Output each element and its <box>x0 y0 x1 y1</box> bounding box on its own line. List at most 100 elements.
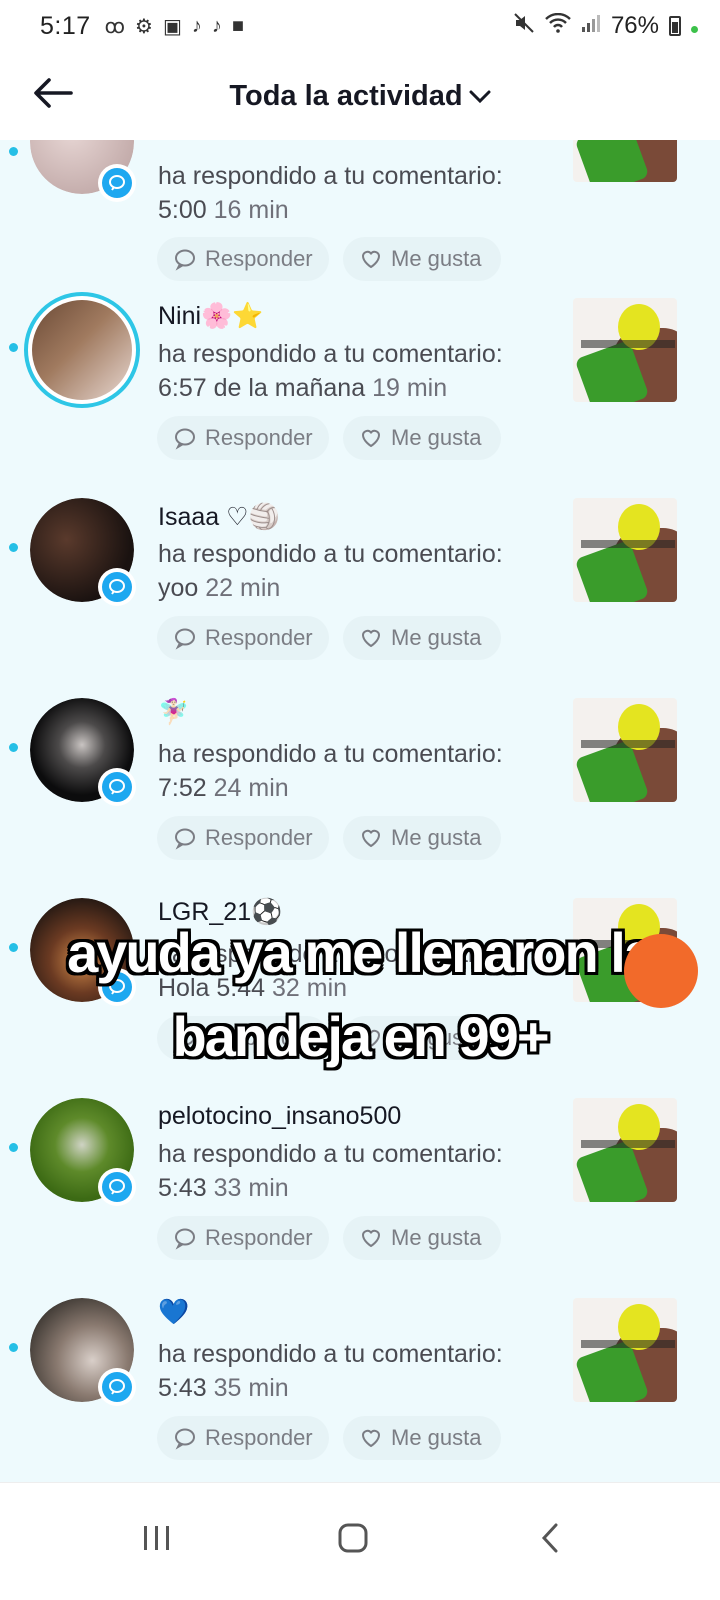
reply-icon <box>175 428 195 450</box>
comment-badge-icon <box>98 1368 136 1406</box>
home-button[interactable] <box>318 1503 388 1573</box>
list-item[interactable]: pelotocino_insano500 ha respondido a tu … <box>0 1080 720 1280</box>
username[interactable]: 💙 <box>158 1298 189 1327</box>
comment-badge-icon <box>98 768 136 806</box>
floating-orange-button[interactable] <box>624 934 698 1008</box>
reply-button[interactable]: Responder <box>157 1216 329 1260</box>
reply-comment-row: 6:57 de la mañana 19 min <box>158 374 447 403</box>
video-thumbnail[interactable] <box>573 498 677 602</box>
timestamp: 22 min <box>205 574 281 602</box>
timestamp: 33 min <box>213 1174 289 1202</box>
reply-button[interactable]: Responder <box>157 416 329 460</box>
like-button[interactable]: Me gusta <box>343 237 501 281</box>
back-button[interactable] <box>30 70 76 116</box>
signal-icon <box>581 12 601 40</box>
system-nav-bar <box>0 1482 720 1600</box>
like-button[interactable]: Me gusta <box>343 616 501 660</box>
recents-icon <box>144 1526 169 1550</box>
reply-text: ha respondido a tu comentario: <box>158 740 503 768</box>
heart-icon <box>361 1429 381 1448</box>
comment-text: 5:00 <box>158 196 207 224</box>
tiktok-icon: ♪ <box>191 14 202 37</box>
unread-dot <box>9 147 18 156</box>
video-thumbnail[interactable] <box>573 1298 677 1402</box>
comment-text: 5:43 <box>158 1174 207 1202</box>
like-button[interactable]: Me gusta <box>343 1216 501 1260</box>
comment-text: 7:52 <box>158 774 207 802</box>
unread-dot <box>9 1143 18 1152</box>
unread-dot <box>9 543 18 552</box>
reply-icon <box>175 1428 195 1450</box>
status-time: 5:17 <box>40 11 91 40</box>
heart-icon <box>361 1229 381 1248</box>
timestamp: 35 min <box>213 1374 289 1402</box>
battery-level: 76% <box>610 12 659 39</box>
reply-text: ha respondido a tu comentario: <box>158 340 503 368</box>
comment-text: 6:57 de la mañana <box>158 374 366 402</box>
activity-list[interactable]: ha respondido a tu comentario: 5:00 16 m… <box>0 140 720 1482</box>
username[interactable]: 🧚🏻‍♀️ <box>158 698 189 727</box>
reply-icon <box>175 828 195 850</box>
reply-comment-row: yoo 22 min <box>158 574 280 603</box>
reply-icon <box>175 628 195 650</box>
comment-text: 5:43 <box>158 1374 207 1402</box>
list-item[interactable]: ha respondido a tu comentario: 5:00 16 m… <box>0 140 720 281</box>
username[interactable]: Isaaa ♡🏐 <box>158 502 280 532</box>
chevron-down-icon <box>469 90 491 104</box>
video-thumbnail[interactable] <box>573 698 677 802</box>
caption-overlay-line-1: ayuda ya me llenaron la <box>67 921 655 984</box>
status-bar: 5:17 ꝏ ⚙ ▣ ♪ ♪ ■ 76% <box>0 0 720 52</box>
page-title: Toda la actividad <box>229 79 463 112</box>
reply-icon <box>175 249 195 271</box>
reply-comment-row: 5:43 33 min <box>158 1174 289 1203</box>
heart-icon <box>361 829 381 848</box>
reply-button[interactable]: Responder <box>157 1416 329 1460</box>
heart-icon <box>361 429 381 448</box>
username[interactable]: Nini🌸⭐ <box>158 302 263 331</box>
unread-dot <box>9 1343 18 1352</box>
back-nav-icon <box>541 1523 558 1553</box>
list-item[interactable]: Nini🌸⭐ ha respondido a tu comentario: 6:… <box>0 280 720 480</box>
video-thumbnail[interactable] <box>573 1098 677 1202</box>
reply-button[interactable]: Responder <box>157 816 329 860</box>
video-thumbnail[interactable] <box>573 298 677 402</box>
battery-icon <box>669 16 681 36</box>
status-notification-icons: ꝏ ⚙ ▣ ♪ ♪ ■ <box>105 14 244 39</box>
recents-button[interactable] <box>122 1503 192 1573</box>
list-item[interactable]: Isaaa ♡🏐 ha respondido a tu comentario: … <box>0 480 720 680</box>
reply-button[interactable]: Responder <box>157 237 329 281</box>
reply-text: ha respondido a tu comentario: <box>158 540 503 568</box>
timestamp: 16 min <box>213 196 289 224</box>
gallery-icon: ▣ <box>162 15 182 38</box>
reply-comment-row: 5:00 16 min <box>158 196 289 225</box>
tiktok-icon: ♪ <box>211 14 222 37</box>
timestamp: 19 min <box>372 374 448 402</box>
caption-overlay-line-2: bandeja en 99+ <box>172 1005 549 1068</box>
reply-button[interactable]: Responder <box>157 616 329 660</box>
heart-icon <box>361 250 381 269</box>
reply-icon <box>175 1228 195 1250</box>
video-thumbnail[interactable] <box>573 140 677 182</box>
activity-filter-dropdown[interactable]: Toda la actividad <box>229 79 491 113</box>
reply-comment-row: 7:52 24 min <box>158 774 289 803</box>
list-item[interactable]: 🧚🏻‍♀️ ha respondido a tu comentario: 7:5… <box>0 680 720 880</box>
privacy-indicator <box>691 25 698 33</box>
header: Toda la actividad <box>0 52 720 140</box>
like-button[interactable]: Me gusta <box>343 1416 501 1460</box>
like-button[interactable]: Me gusta <box>343 416 501 460</box>
reply-comment-row: 5:43 35 min <box>158 1374 289 1403</box>
voicemail-icon: ꝏ <box>104 15 126 38</box>
home-icon <box>338 1523 368 1553</box>
unread-dot <box>9 343 18 352</box>
comment-badge-icon <box>98 164 136 202</box>
username[interactable]: pelotocino_insano500 <box>158 1102 401 1131</box>
like-button[interactable]: Me gusta <box>343 816 501 860</box>
avatar[interactable] <box>24 292 140 408</box>
list-item[interactable]: 💙 ha respondido a tu comentario: 5:43 35… <box>0 1280 720 1480</box>
back-nav-button[interactable] <box>515 1503 585 1573</box>
unread-dot <box>9 743 18 752</box>
wifi-icon <box>545 12 571 40</box>
back-arrow-icon <box>34 78 73 108</box>
reply-text: ha respondido a tu comentario: <box>158 1140 503 1168</box>
comment-text: yoo <box>158 574 199 602</box>
